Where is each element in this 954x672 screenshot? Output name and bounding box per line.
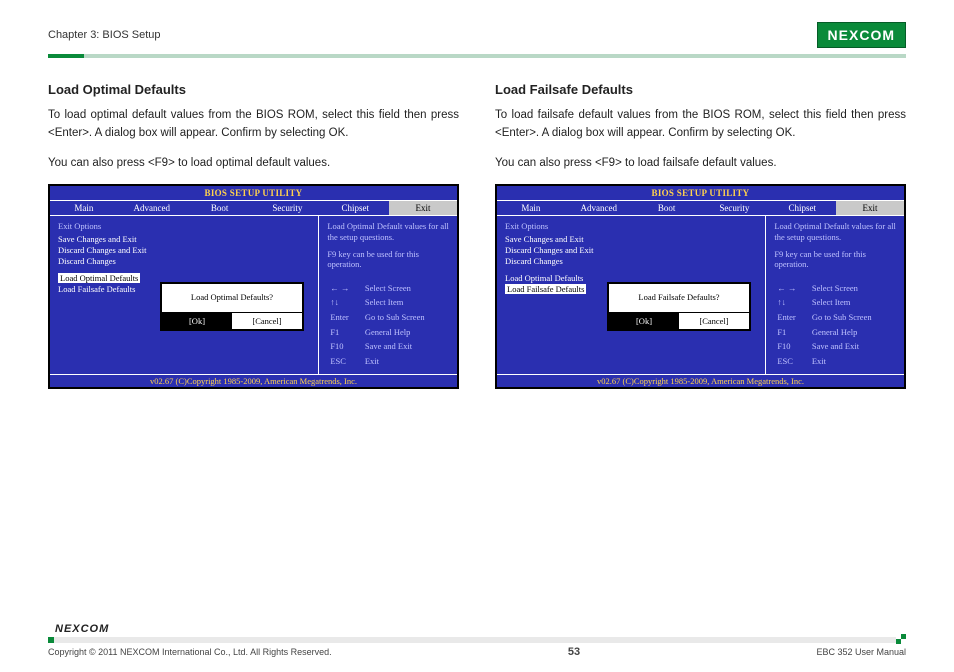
bios-title: BIOS SETUP UTILITY [497, 186, 904, 200]
bios-title: BIOS SETUP UTILITY [50, 186, 457, 200]
bios-screenshot-failsafe: BIOS SETUP UTILITY Main Advanced Boot Se… [495, 184, 906, 389]
bios-tab: Security [253, 201, 321, 215]
bios-tab: Security [700, 201, 768, 215]
bios-tab: Chipset [321, 201, 389, 215]
bios-option: Save Changes and Exit [505, 234, 757, 244]
bios-footer: v02.67 (C)Copyright 1985-2009, American … [497, 374, 904, 387]
bios-option: Discard Changes and Exit [58, 245, 310, 255]
bios-tab-active: Exit [389, 201, 457, 215]
bios-dialog: Load Optimal Defaults? [Ok] [Cancel] [160, 282, 304, 331]
header-rule [48, 54, 906, 58]
copyright-text: Copyright © 2011 NEXCOM International Co… [48, 647, 332, 657]
doc-title: EBC 352 User Manual [816, 647, 906, 657]
bios-hint: Load Optimal Default values for all the … [327, 221, 449, 242]
page-footer: NEXCOM Copyright © 2011 NEXCOM Internati… [48, 621, 906, 658]
dialog-ok-button[interactable]: [Ok] [162, 313, 232, 329]
dialog-cancel-button[interactable]: [Cancel] [232, 313, 302, 329]
section-heading-optimal: Load Optimal Defaults [48, 82, 459, 97]
bios-section-heading: Exit Options [505, 221, 757, 231]
bios-tab: Main [50, 201, 118, 215]
paragraph: To load failsafe default values from the… [495, 107, 906, 143]
dialog-question: Load Failsafe Defaults? [609, 284, 749, 312]
bios-tabs: Main Advanced Boot Security Chipset Exit [497, 200, 904, 216]
page-number: 53 [568, 646, 580, 658]
bios-option-selected: Load Failsafe Defaults [505, 284, 586, 294]
bios-tabs: Main Advanced Boot Security Chipset Exit [50, 200, 457, 216]
bios-screenshot-optimal: BIOS SETUP UTILITY Main Advanced Boot Se… [48, 184, 459, 389]
bios-option: Save Changes and Exit [58, 234, 310, 244]
bios-key-legend: ← →Select Screen ↑↓Select Item EnterGo t… [774, 280, 896, 370]
paragraph: You can also press <F9> to load failsafe… [495, 155, 906, 173]
bios-tab: Advanced [565, 201, 633, 215]
section-heading-failsafe: Load Failsafe Defaults [495, 82, 906, 97]
dialog-cancel-button[interactable]: [Cancel] [679, 313, 749, 329]
bios-tab: Boot [633, 201, 701, 215]
chapter-label: Chapter 3: BIOS Setup [48, 29, 161, 41]
bios-dialog: Load Failsafe Defaults? [Ok] [Cancel] [607, 282, 751, 331]
bios-option-selected: Load Optimal Defaults [58, 273, 140, 283]
dialog-ok-button[interactable]: [Ok] [609, 313, 679, 329]
footer-logo: NEXCOM [48, 621, 906, 637]
bios-hint: F9 key can be used for this operation. [327, 249, 449, 270]
bios-footer: v02.67 (C)Copyright 1985-2009, American … [50, 374, 457, 387]
bios-tab-active: Exit [836, 201, 904, 215]
bios-option: Discard Changes [505, 256, 757, 266]
bios-hint: Load Optimal Default values for all the … [774, 221, 896, 242]
bios-hint: F9 key can be used for this operation. [774, 249, 896, 270]
paragraph: To load optimal default values from the … [48, 107, 459, 143]
brand-logo: NEXCOM [817, 22, 906, 48]
bios-tab: Chipset [768, 201, 836, 215]
bios-option: Discard Changes [58, 256, 310, 266]
bios-section-heading: Exit Options [58, 221, 310, 231]
bios-option: Discard Changes and Exit [505, 245, 757, 255]
bios-tab: Advanced [118, 201, 186, 215]
bios-tab: Main [497, 201, 565, 215]
bios-tab: Boot [186, 201, 254, 215]
dialog-question: Load Optimal Defaults? [162, 284, 302, 312]
paragraph: You can also press <F9> to load optimal … [48, 155, 459, 173]
bios-key-legend: ← →Select Screen ↑↓Select Item EnterGo t… [327, 280, 449, 370]
